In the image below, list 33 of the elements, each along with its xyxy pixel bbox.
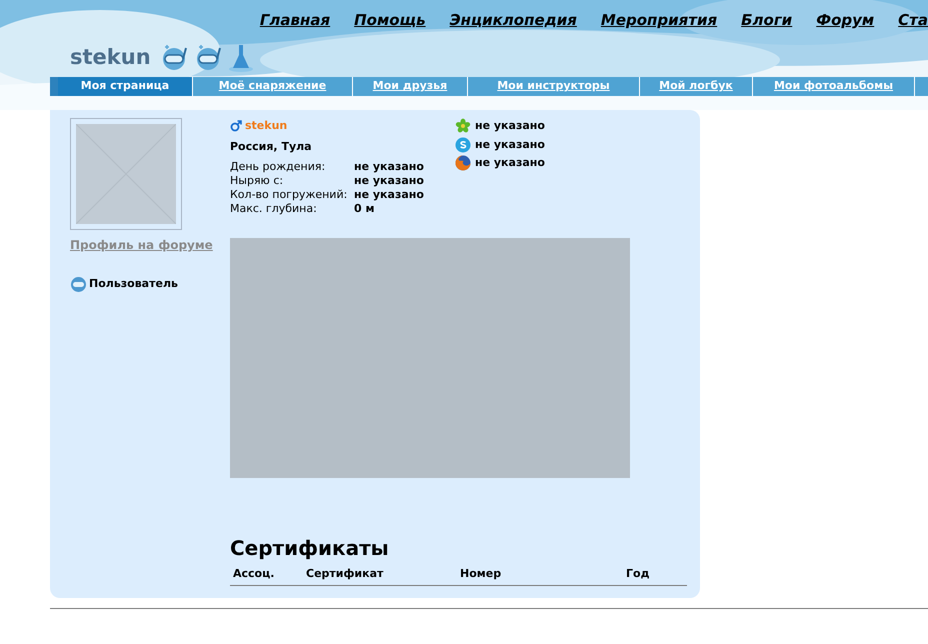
flask-icon	[226, 43, 255, 73]
nav-link[interactable]: Мероприятия	[600, 9, 718, 32]
column-header: Ассоц.	[232, 566, 276, 582]
location: Россия, Тула	[230, 138, 313, 154]
certificates-heading: Сертификаты	[230, 536, 390, 560]
nav-link[interactable]: Блоги	[741, 9, 792, 32]
field-label: День рождения:	[230, 160, 326, 174]
field-value: 0 м	[354, 202, 374, 216]
nav-link[interactable]: Ста	[898, 9, 928, 32]
username: stekun	[70, 44, 151, 70]
nav-link[interactable]: Главная	[260, 9, 330, 32]
nav-link[interactable]: Помощь	[354, 9, 426, 32]
column-header: Год	[626, 566, 650, 582]
skype-icon	[455, 136, 471, 153]
field-value: не указано	[354, 160, 424, 174]
user-role: Пользователь	[89, 276, 178, 292]
field-value: не указано	[354, 188, 424, 202]
field-label: Ныряю с:	[230, 174, 284, 188]
field-value: не указано	[354, 174, 424, 188]
contact-value: не указано	[475, 155, 545, 171]
male-icon	[230, 120, 242, 132]
nav-link[interactable]: Энциклопедия	[450, 9, 577, 32]
globe-icon	[455, 155, 471, 172]
flower-icon	[455, 118, 471, 134]
column-header: Номер	[460, 566, 502, 582]
tab[interactable]: Моя страница	[58, 77, 193, 96]
nav-link[interactable]: Форум	[816, 9, 874, 32]
column-header: Сертификат	[306, 566, 384, 582]
field-label: Макс. глубина:	[230, 202, 318, 216]
profile-name: stekun	[245, 118, 288, 134]
contact-value: не указано	[475, 118, 545, 134]
field-label: Кол-во погружений:	[230, 188, 348, 202]
contact-value: не указано	[475, 136, 545, 152]
